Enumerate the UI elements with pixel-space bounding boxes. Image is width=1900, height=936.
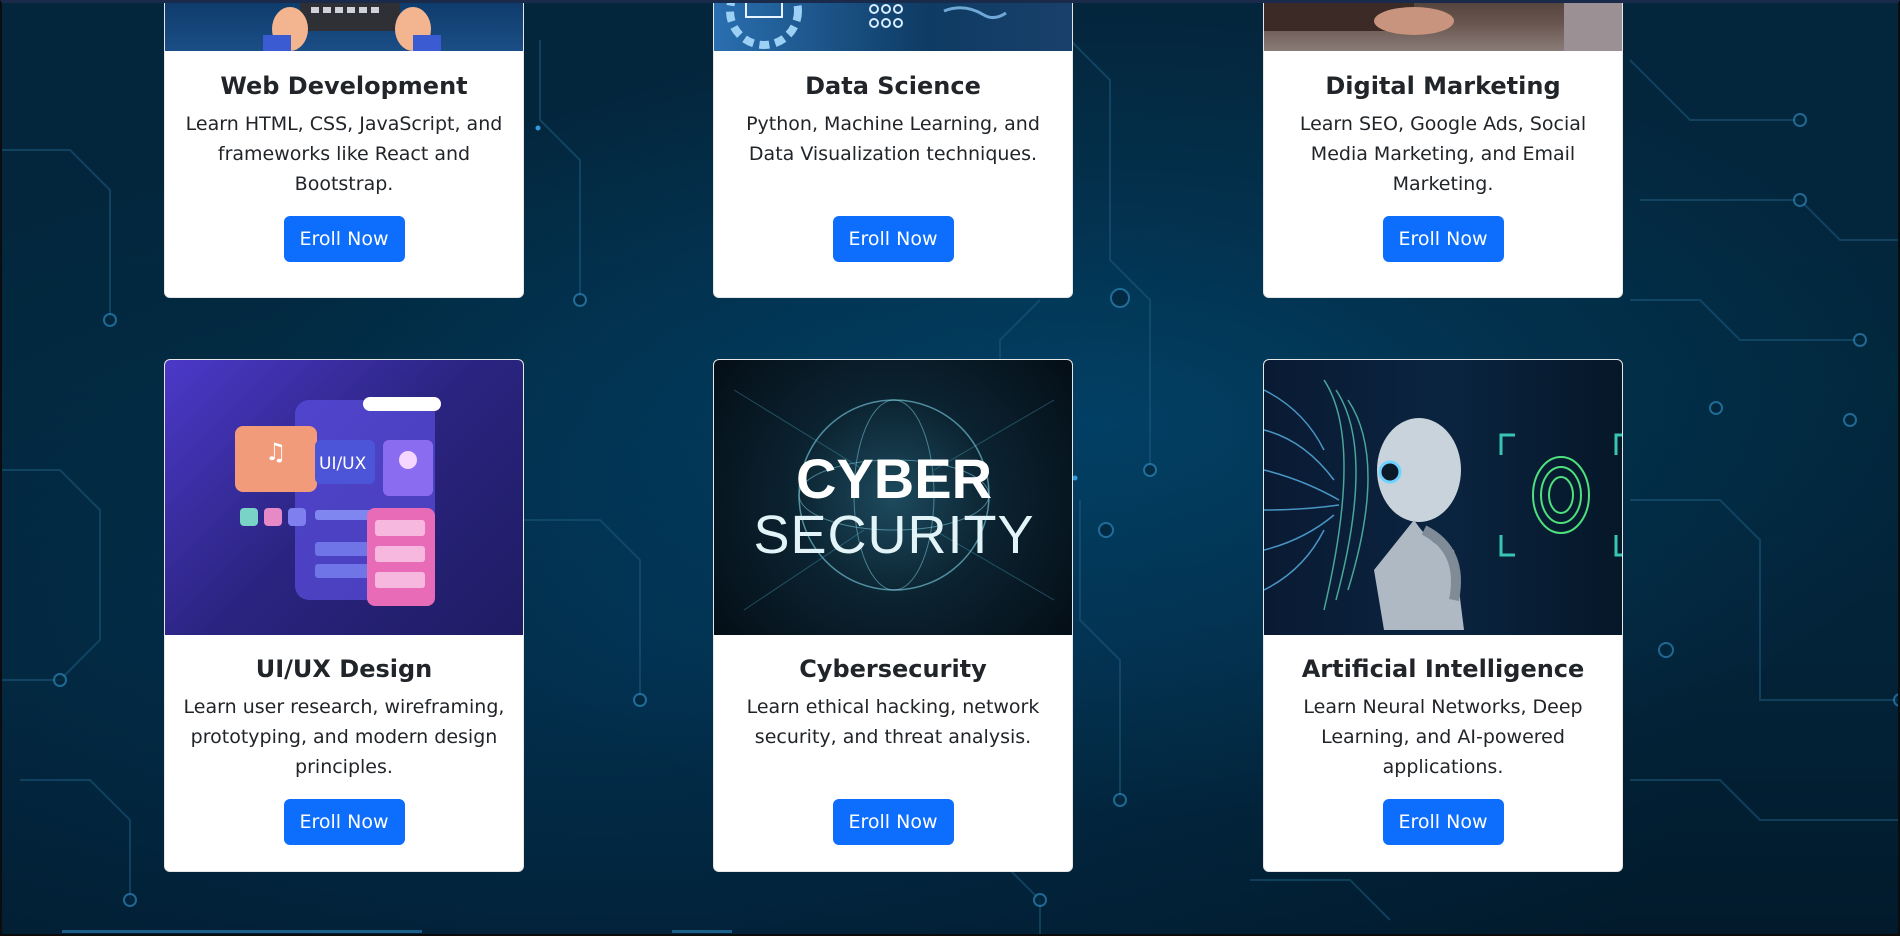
course-description: Python, Machine Learning, and Data Visua… xyxy=(746,112,1040,165)
gear-icon xyxy=(726,0,1007,49)
globe-icon: CYBER SECURITY xyxy=(733,389,1055,611)
course-card-artificial-intelligence: Artificial Intelligence Learn Neural Net… xyxy=(1263,359,1623,872)
enroll-button[interactable]: Eroll Now xyxy=(832,215,954,262)
course-description: Learn user research, wireframing, protot… xyxy=(183,695,505,778)
course-card-digital-marketing: Digital Marketing Learn SEO, Google Ads,… xyxy=(1263,0,1623,298)
course-title: Data Science xyxy=(805,72,981,100)
enroll-button[interactable]: Eroll Now xyxy=(283,798,405,845)
enroll-button[interactable]: Eroll Now xyxy=(1382,215,1504,262)
uiux-icon: ♫ UI/UX xyxy=(235,397,441,606)
course-card-web-development: Web Development Learn HTML, CSS, JavaScr… xyxy=(164,0,524,298)
course-title: Artificial Intelligence xyxy=(1301,655,1585,683)
course-title: Web Development xyxy=(220,72,468,100)
course-card-cybersecurity: CYBER SECURITY Cybersecurity Learn ethic… xyxy=(713,359,1073,872)
course-description: Learn Neural Networks, Deep Learning, an… xyxy=(1303,695,1583,778)
cyber-globe-image: CYBER SECURITY xyxy=(714,360,1072,635)
course-title: UI/UX Design xyxy=(255,655,433,683)
enroll-button[interactable]: Eroll Now xyxy=(283,215,405,262)
uiux-image-text: UI/UX xyxy=(319,454,367,474)
robot-icon xyxy=(1264,379,1622,630)
ai-robot-image xyxy=(1264,360,1622,635)
course-card-data-science: Data Science Python, Machine Learning, a… xyxy=(713,0,1073,298)
course-card-uiux-design: ♫ UI/UX UI/UX Design Learn user research… xyxy=(164,359,524,872)
keyboard-hands-image xyxy=(165,0,523,51)
svg-text:♫: ♫ xyxy=(265,438,287,466)
course-description: Learn HTML, CSS, JavaScript, and framewo… xyxy=(185,112,503,195)
course-title: Digital Marketing xyxy=(1325,72,1561,100)
enroll-button[interactable]: Eroll Now xyxy=(832,798,954,845)
keyboard-icon xyxy=(263,0,441,51)
uiux-illustration-image: ♫ UI/UX xyxy=(165,360,523,635)
data-gear-image xyxy=(714,0,1072,51)
course-description: Learn SEO, Google Ads, Social Media Mark… xyxy=(1299,112,1587,195)
course-description: Learn ethical hacking, network security,… xyxy=(746,695,1040,748)
course-title: Cybersecurity xyxy=(799,655,987,683)
cyber-image-text-line2: SECURITY xyxy=(753,505,1034,565)
scroll-indicator xyxy=(62,930,422,933)
desk-hand-image xyxy=(1264,0,1622,51)
enroll-button[interactable]: Eroll Now xyxy=(1382,798,1504,845)
hand-icon xyxy=(1264,0,1622,51)
cyber-image-text-line1: CYBER xyxy=(796,447,992,510)
scroll-indicator-secondary xyxy=(672,930,732,933)
